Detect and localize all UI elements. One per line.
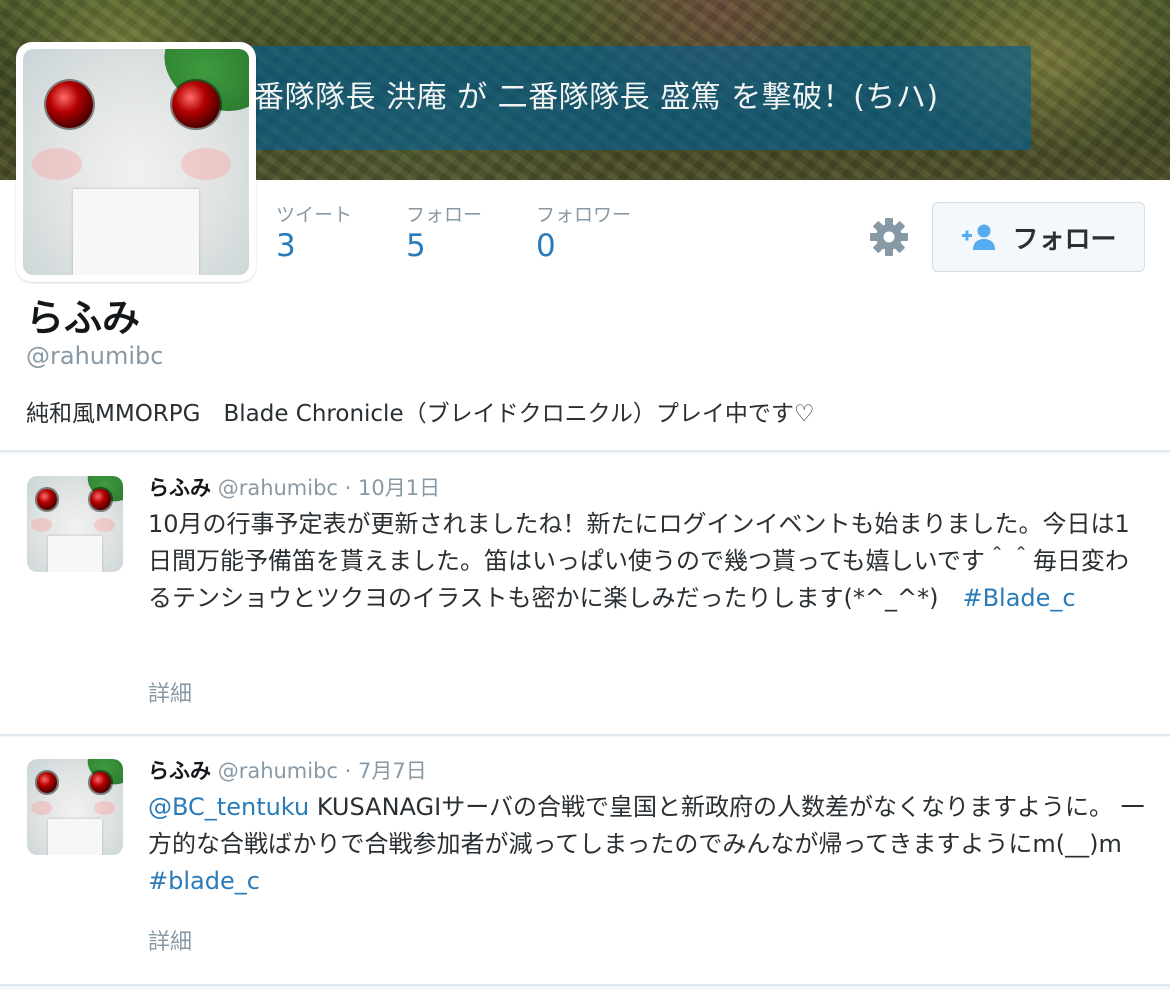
tweet-date[interactable]: 7月7日 xyxy=(358,759,427,783)
tweet-header: らふみ @rahumibc · 7月7日 xyxy=(148,755,427,785)
follow-button[interactable]: フォロー xyxy=(932,202,1145,272)
character-avatar-image xyxy=(27,759,123,855)
mention-link[interactable]: @BC_tentuku xyxy=(148,793,309,821)
tweet-author-name[interactable]: らふみ xyxy=(148,476,211,500)
stat-followers[interactable]: フォロワー 0 xyxy=(536,200,656,264)
tweet-author-handle[interactable]: @rahumibc xyxy=(218,476,338,500)
stat-value: 3 xyxy=(276,228,296,264)
stat-label: ツイート xyxy=(276,204,353,226)
stat-following[interactable]: フォロー 5 xyxy=(406,200,526,264)
follow-button-label: フォロー xyxy=(1012,224,1117,255)
stat-label: フォロー xyxy=(406,204,483,226)
hashtag-link[interactable]: #blade_c xyxy=(148,867,260,895)
tweet-avatar[interactable] xyxy=(27,759,123,855)
tweet-text: 10月の行事予定表が更新されましたね！新たにログインイベントも始まりました。今日… xyxy=(148,506,1148,617)
character-avatar-image xyxy=(23,49,249,275)
stat-value: 5 xyxy=(406,228,426,264)
hashtag-link[interactable]: #Blade_c xyxy=(962,584,1075,612)
stat-tweets[interactable]: ツイート 3 xyxy=(276,200,396,264)
add-user-icon xyxy=(960,223,998,251)
profile-handle[interactable]: @rahumibc xyxy=(26,342,163,370)
banner-message: 番隊隊長 洪庵 が 二番隊隊長 盛篤 を撃破！(ちハ) xyxy=(238,46,1031,150)
tweet-text: @BC_tentuku KUSANAGIサーバの合戦で皇国と新政府の人数差がなく… xyxy=(148,789,1148,900)
separator-dot: · xyxy=(344,476,352,500)
tweet[interactable]: らふみ @rahumibc · 10月1日 10月の行事予定表が更新されましたね… xyxy=(0,454,1170,736)
character-avatar-image xyxy=(27,476,123,572)
tweet-author-name[interactable]: らふみ xyxy=(148,759,211,783)
tweet-avatar[interactable] xyxy=(27,476,123,572)
details-link[interactable]: 詳細 xyxy=(148,676,192,708)
profile-avatar[interactable] xyxy=(16,42,256,282)
stat-label: フォロワー xyxy=(536,204,632,226)
profile-display-name: らふみ xyxy=(26,296,141,340)
details-link[interactable]: 詳細 xyxy=(148,924,192,956)
profile-bio: 純和風MMORPG Blade Chronicle（ブレイドクロニクル）プレイ中… xyxy=(26,401,815,427)
tweet-date[interactable]: 10月1日 xyxy=(358,476,440,500)
separator-dot: · xyxy=(344,759,352,783)
tweet-author-handle[interactable]: @rahumibc xyxy=(218,759,338,783)
gear-icon[interactable] xyxy=(868,216,910,258)
tweet-header: らふみ @rahumibc · 10月1日 xyxy=(148,472,440,502)
stat-value: 0 xyxy=(536,228,556,264)
tweet[interactable]: らふみ @rahumibc · 7月7日 @BC_tentuku KUSANAG… xyxy=(0,737,1170,986)
